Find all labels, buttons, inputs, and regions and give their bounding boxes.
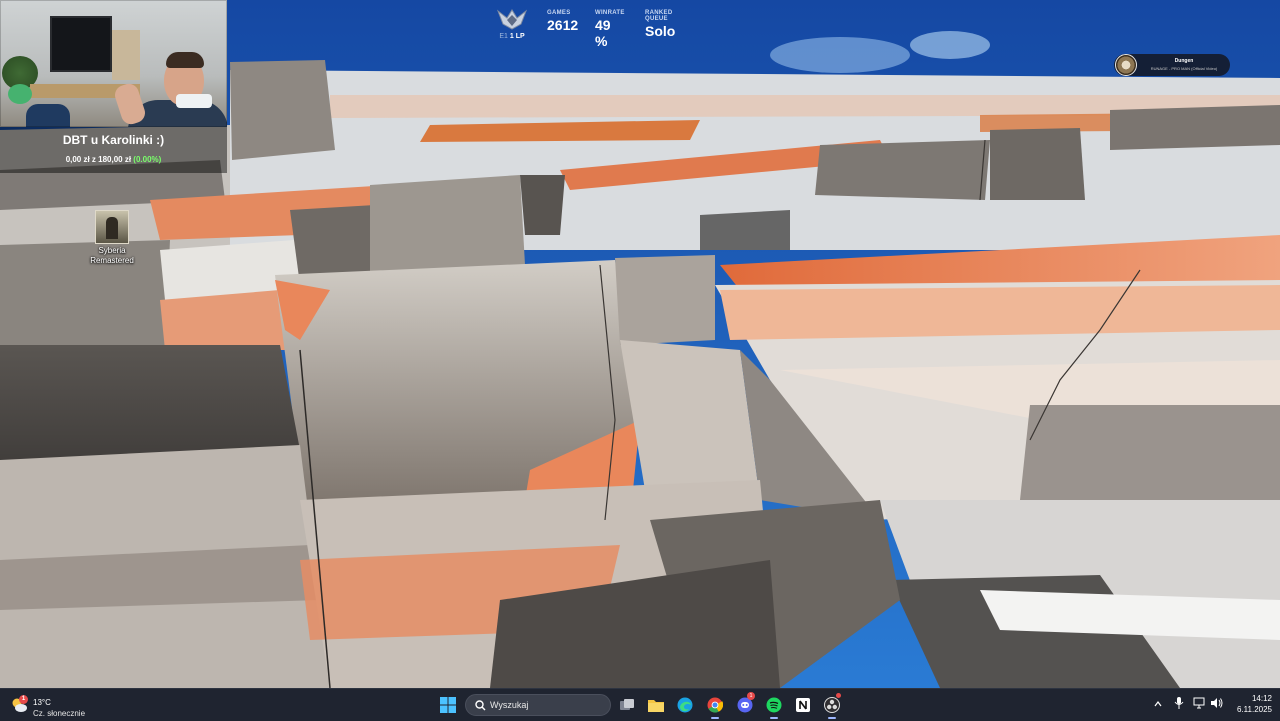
- tray-overflow-chevron-icon[interactable]: [1153, 696, 1163, 714]
- winrate-value: 49 %: [595, 17, 611, 49]
- weather-condition: Cz. słonecznie: [33, 709, 86, 718]
- discord-button[interactable]: 1: [734, 692, 756, 716]
- search-placeholder: Wyszukaj: [490, 700, 529, 710]
- clock-time: 14:12: [1251, 694, 1272, 703]
- taskbar: 1 13°C Cz. słonecznie Wyszukaj 1 14:12 6…: [0, 688, 1280, 721]
- queue-stat: RANKED QUEUE Solo: [645, 10, 675, 39]
- discord-badge: 1: [747, 692, 755, 700]
- clock-date: 6.11.2025: [1237, 705, 1272, 714]
- donation-amount: 0,00 zł z 180,00 zł (0.00%): [0, 155, 227, 164]
- edge-button[interactable]: [674, 694, 696, 716]
- spotify-icon: [766, 697, 782, 713]
- desktop-icon-label: Syberia Remastered: [90, 246, 134, 265]
- chrome-button[interactable]: [704, 694, 726, 719]
- lp-text: E1 1 LP: [497, 33, 527, 40]
- rank-emblem-icon: [497, 9, 527, 30]
- now-playing-title: Dungen: [1174, 58, 1194, 64]
- windows-logo-icon: [440, 697, 456, 713]
- now-playing-subtitle: RUNAGE - PRO MAN (Official Video): [1150, 66, 1218, 71]
- webcam-overlay: [0, 0, 227, 127]
- games-value: 2612: [547, 17, 579, 33]
- system-clock[interactable]: 14:12 6.11.2025: [1226, 693, 1272, 715]
- obs-icon: [824, 697, 840, 713]
- microphone-icon[interactable]: [1174, 696, 1184, 714]
- chrome-icon: [707, 697, 723, 713]
- task-view-button[interactable]: [616, 694, 638, 716]
- game-shortcut-icon: [95, 210, 129, 244]
- folder-icon: [648, 700, 664, 712]
- lp-prefix: E1: [499, 33, 508, 40]
- network-icon[interactable]: [1193, 696, 1205, 714]
- queue-label: RANKED QUEUE: [645, 10, 673, 22]
- desktop-icon-syberia[interactable]: Syberia Remastered: [88, 210, 136, 266]
- games-label: GAMES: [547, 10, 571, 16]
- donation-goal-widget: DBT u Karolinki :) 0,00 zł z 180,00 zł (…: [0, 127, 227, 173]
- start-button[interactable]: [437, 694, 459, 716]
- obs-recording-dot: [836, 693, 841, 698]
- donation-percent: (0.00%): [133, 155, 162, 164]
- spotify-button[interactable]: [763, 694, 785, 719]
- lp-value: 1 LP: [509, 33, 525, 40]
- now-playing-widget: Dungen RUNAGE - PRO MAN (Official Video): [1114, 54, 1230, 76]
- games-stat: GAMES 2612: [547, 10, 578, 33]
- volume-icon[interactable]: [1210, 696, 1223, 714]
- notion-button[interactable]: [792, 694, 814, 716]
- queue-value: Solo: [645, 23, 676, 39]
- winrate-stat: WINRATE 49 %: [595, 10, 625, 49]
- donation-amount-main: 0,00 zł z 180,00 zł: [65, 155, 132, 164]
- album-cover-icon: [1115, 54, 1137, 76]
- task-view-icon: [620, 699, 634, 710]
- weather-badge: 1: [19, 695, 28, 704]
- weather-temp: 13°C: [33, 698, 51, 707]
- taskbar-search-box[interactable]: Wyszukaj: [465, 694, 611, 716]
- edge-icon: [677, 697, 693, 713]
- donation-title: DBT u Karolinki :): [62, 133, 165, 147]
- obs-button[interactable]: [821, 693, 843, 719]
- file-explorer-button[interactable]: [645, 694, 667, 716]
- search-icon: [475, 700, 486, 711]
- webcam-frame: [0, 0, 227, 127]
- winrate-label: WINRATE: [595, 10, 625, 16]
- notion-icon: [796, 698, 810, 712]
